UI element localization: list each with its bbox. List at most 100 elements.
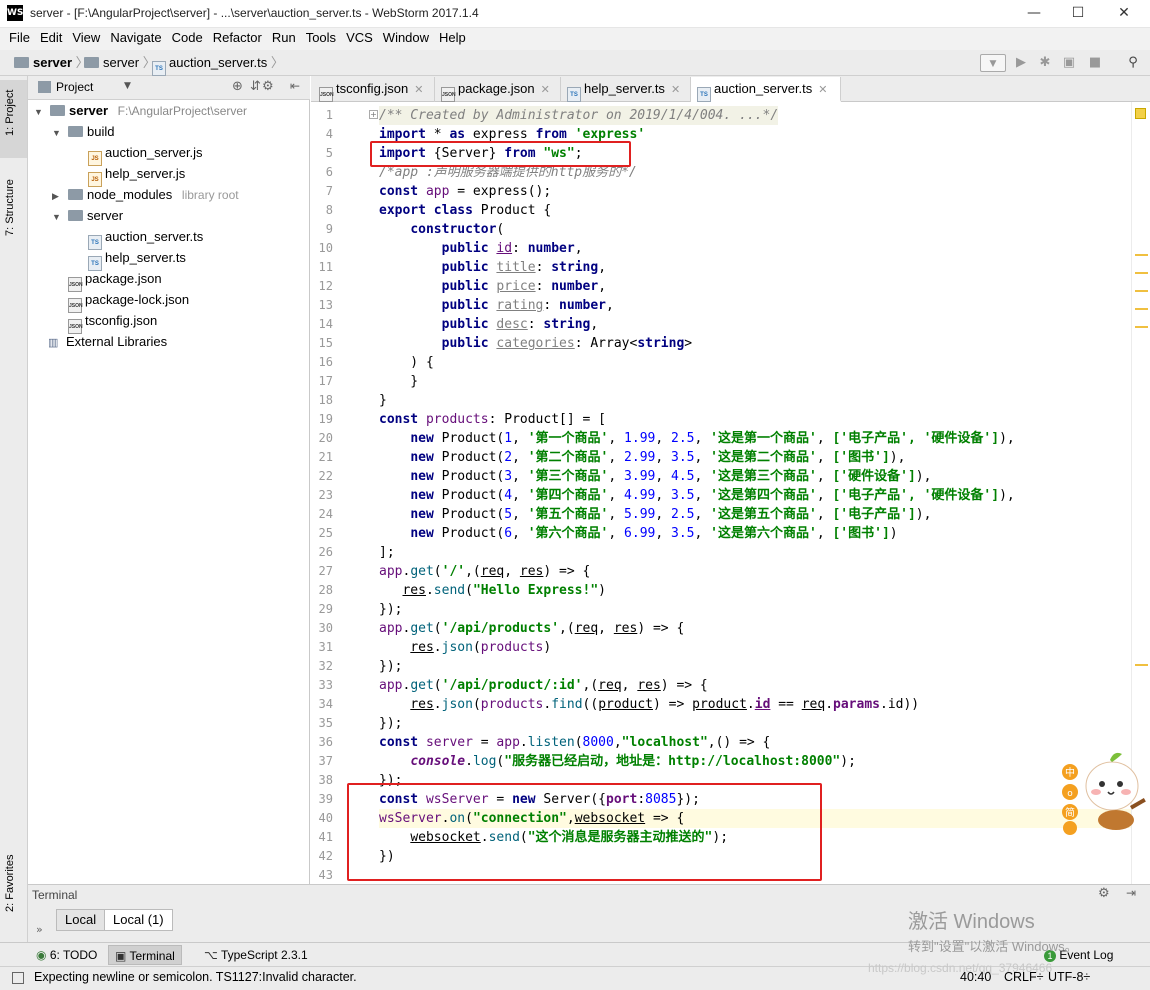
breadcrumb-file[interactable]: TS auction_server.ts 〉 — [152, 54, 284, 76]
minimize-button[interactable]: — — [1011, 0, 1057, 28]
expand-fold-icon[interactable]: + — [369, 110, 378, 119]
line-number: 6 — [325, 165, 333, 179]
line-number: 23 — [318, 488, 333, 502]
tree-item-server-root[interactable]: ▼ server F:\AngularProject\server — [34, 100, 247, 121]
close-tab-icon[interactable]: ✕ — [671, 84, 680, 96]
close-tab-icon[interactable]: ✕ — [818, 84, 827, 96]
code-line: }); — [379, 659, 403, 674]
code-line: export class Product { — [379, 203, 552, 218]
gear-icon[interactable]: ⚙ — [1098, 886, 1110, 901]
annotation-box-import — [370, 141, 631, 167]
breadcrumb-folder[interactable]: server 〉 — [84, 54, 156, 72]
close-tab-icon[interactable]: ✕ — [414, 84, 423, 96]
line-number: 16 — [318, 355, 333, 369]
menu-help[interactable]: Help — [434, 28, 471, 48]
line-number: 26 — [318, 545, 333, 559]
folder-icon — [68, 126, 83, 137]
terminal-tool-button[interactable]: ▣ Terminal — [108, 945, 182, 965]
menu-run[interactable]: Run — [267, 28, 301, 48]
code-line: ]; — [379, 545, 395, 560]
editor-tab-bar: JSON tsconfig.json ✕ JSON package.json ✕ TS h… — [311, 76, 1150, 102]
code-line: res.send("Hello Express!") — [402, 583, 606, 598]
warning-mark[interactable] — [1135, 326, 1148, 328]
line-number: 25 — [318, 526, 333, 540]
tab-help-server-ts[interactable]: TS help_server.ts ✕ — [561, 77, 691, 102]
code-editor[interactable]: /** Created by Administrator on 2019/1/4… — [379, 102, 1131, 884]
sync-icon[interactable]: ⊕ — [232, 79, 243, 94]
warning-mark[interactable] — [1135, 290, 1148, 292]
code-line: public rating: number, — [441, 298, 614, 313]
panel-toggle-icon[interactable] — [12, 972, 24, 984]
hide-icon[interactable]: ⇤ — [290, 79, 300, 93]
code-line: } — [379, 393, 387, 408]
more-icon[interactable]: » — [36, 923, 43, 936]
terminal-tab-local[interactable]: Local — [56, 909, 106, 931]
menu-refactor[interactable]: Refactor — [208, 28, 267, 48]
warning-indicator-icon[interactable] — [1135, 108, 1146, 119]
chevron-down-icon[interactable]: ▼ — [124, 81, 131, 91]
favorites-tool-label[interactable]: 2: Favorites — [4, 855, 16, 912]
typescript-icon: ⌥ — [204, 948, 221, 962]
tree-item-node-modules[interactable]: ▶ node_modules library root — [52, 184, 239, 205]
hide-panel-icon[interactable]: ⇥ — [1126, 886, 1136, 900]
tree-item-auction-server-js[interactable]: JS auction_server.js — [88, 142, 203, 166]
tab-tsconfig-json[interactable]: JSON tsconfig.json ✕ — [313, 77, 435, 102]
tree-item-help-server-ts[interactable]: TS help_server.ts — [88, 247, 186, 271]
structure-tool-label[interactable]: 7: Structure — [4, 179, 16, 236]
code-line: const server = app.listen(8000,"localhos… — [379, 735, 771, 750]
tree-item-external-libraries[interactable]: ▥ External Libraries — [48, 331, 167, 352]
menu-code[interactable]: Code — [167, 28, 208, 48]
file-encoding[interactable]: UTF-8÷ — [1048, 970, 1090, 984]
code-line: public categories: Array<string> — [441, 336, 693, 351]
todo-tool-button[interactable]: ◉ 6: TODO — [30, 945, 103, 965]
menu-navigate[interactable]: Navigate — [105, 28, 166, 48]
tab-package-json[interactable]: JSON package.json ✕ — [435, 77, 561, 102]
maximize-button[interactable]: ☐ — [1055, 0, 1101, 28]
tree-item-tsconfig-json[interactable]: JSON tsconfig.json — [68, 310, 157, 334]
collapse-icon[interactable]: ⇵ — [250, 79, 261, 94]
search-icon[interactable]: ⚲ — [1124, 54, 1142, 72]
menu-file[interactable]: File — [4, 28, 35, 48]
menu-edit[interactable]: Edit — [35, 28, 67, 48]
folder-icon — [50, 105, 65, 116]
code-line: const app = express(); — [379, 184, 552, 199]
typescript-tool-button[interactable]: ⌥ TypeScript 2.3.1 — [198, 945, 314, 965]
tree-item-package-lock-json[interactable]: JSON package-lock.json — [68, 289, 189, 313]
line-number: 10 — [318, 241, 333, 255]
project-tool-label[interactable]: 1: Project — [4, 90, 16, 136]
tree-item-package-json[interactable]: JSON package.json — [68, 268, 162, 292]
warning-mark[interactable] — [1135, 664, 1148, 666]
typescript-file-icon: TS — [697, 87, 711, 102]
menu-view[interactable]: View — [67, 28, 105, 48]
folder-icon — [68, 210, 83, 221]
project-view-selector[interactable]: Project — [56, 80, 93, 94]
tab-auction-server-ts[interactable]: TS auction_server.ts ✕ — [691, 77, 841, 102]
close-button[interactable]: ✕ — [1101, 0, 1147, 28]
run-config-dropdown[interactable]: ▼ — [980, 54, 1006, 72]
tree-item-auction-server-ts[interactable]: TS auction_server.ts — [88, 226, 203, 250]
mascot-sticker-icon: 中 o 简 — [1062, 752, 1146, 835]
tree-item-build[interactable]: ▼ build — [52, 121, 114, 142]
code-line: public price: number, — [441, 279, 607, 294]
terminal-tab-local-1[interactable]: Local (1) — [104, 909, 173, 931]
run-icon[interactable]: ▶ — [1012, 54, 1030, 72]
breadcrumb-root[interactable]: server 〉 — [14, 54, 89, 72]
close-tab-icon[interactable]: ✕ — [541, 84, 550, 96]
warning-mark[interactable] — [1135, 254, 1148, 256]
code-line: }); — [379, 602, 403, 617]
warning-mark[interactable] — [1135, 272, 1148, 274]
line-number: 8 — [325, 203, 333, 217]
tree-item-server[interactable]: ▼ server — [52, 205, 123, 226]
coverage-icon[interactable]: ▣ — [1060, 54, 1078, 72]
warning-mark[interactable] — [1135, 308, 1148, 310]
menu-vcs[interactable]: VCS — [341, 28, 378, 48]
terminal-icon: ▣ — [115, 949, 130, 963]
menu-window[interactable]: Window — [378, 28, 434, 48]
gear-icon[interactable]: ⚙ — [262, 79, 274, 94]
debug-icon[interactable]: ✱ — [1036, 54, 1054, 72]
menu-tools[interactable]: Tools — [301, 28, 341, 48]
stop-icon[interactable]: ■ — [1086, 54, 1104, 72]
tree-item-help-server-js[interactable]: JS help_server.js — [88, 163, 185, 187]
line-number: 39 — [318, 792, 333, 806]
project-panel-header: Project ▼ ⊕ ⇵ ⚙ ⇤ — [28, 76, 310, 100]
